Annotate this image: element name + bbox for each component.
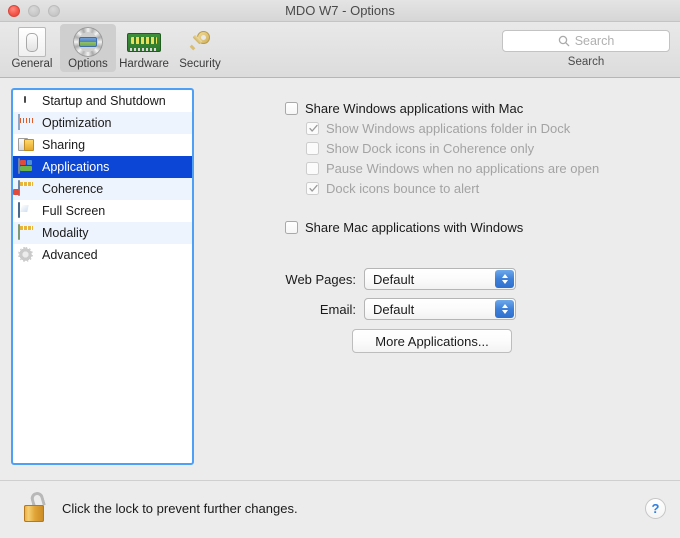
checkbox-box <box>306 142 319 155</box>
checkbox-show-dock-icons-in-coherence-only[interactable]: Show Dock icons in Coherence only <box>306 140 534 157</box>
toolbar-tab-general-label: General <box>5 58 59 70</box>
more-applications-button[interactable]: More Applications... <box>352 329 512 353</box>
sidebar-item-label: Startup and Shutdown <box>42 94 166 108</box>
checkbox-label: Share Windows applications with Mac <box>305 100 523 117</box>
web-pages-label: Web Pages: <box>272 272 356 287</box>
settings-category-list[interactable]: Startup and Shutdown Optimization Sharin… <box>11 88 194 465</box>
sidebar-item-coherence[interactable]: Coherence <box>13 178 192 200</box>
checkbox-box <box>306 122 319 135</box>
toolbar-tab-general[interactable]: General <box>4 24 60 72</box>
checkbox-box <box>306 162 319 175</box>
email-row: Email: Default <box>272 298 516 320</box>
optimization-icon <box>18 115 36 131</box>
toolbar-tab-security[interactable]: Security <box>172 24 228 72</box>
toolbar-tab-security-label: Security <box>173 58 227 70</box>
search-area: Search Search <box>502 30 670 68</box>
general-icon <box>5 27 59 57</box>
power-icon <box>18 93 36 109</box>
title-bar: MDO W7 - Options <box>0 0 680 22</box>
sidebar-item-full-screen[interactable]: Full Screen <box>13 200 192 222</box>
sidebar-item-optimization[interactable]: Optimization <box>13 112 192 134</box>
sidebar-item-advanced[interactable]: Advanced <box>13 244 192 266</box>
web-pages-row: Web Pages: Default <box>272 268 516 290</box>
web-pages-value: Default <box>365 272 414 287</box>
content-area: Startup and Shutdown Optimization Sharin… <box>0 78 680 480</box>
checkbox-label: Show Windows applications folder in Dock <box>326 120 570 137</box>
fullscreen-icon <box>18 203 36 219</box>
sidebar-item-label: Coherence <box>42 182 103 196</box>
lock-caption: Click the lock to prevent further change… <box>62 501 298 516</box>
checkbox-share-windows-applications-with-mac[interactable]: Share Windows applications with Mac <box>285 100 523 117</box>
checkmark-icon <box>309 124 318 133</box>
checkmark-icon <box>309 184 318 193</box>
window-title: MDO W7 - Options <box>0 0 680 22</box>
checkbox-label: Pause Windows when no applications are o… <box>326 160 599 177</box>
modality-icon <box>18 225 36 241</box>
options-icon <box>61 27 115 57</box>
toolbar-tab-hardware-label: Hardware <box>117 58 171 70</box>
folder-icon <box>18 137 36 153</box>
applications-icon <box>18 159 36 175</box>
checkbox-label: Share Mac applications with Windows <box>305 219 523 236</box>
checkbox-label: Show Dock icons in Coherence only <box>326 140 534 157</box>
toolbar-tab-options[interactable]: Options <box>60 24 116 72</box>
chevron-updown-icon <box>495 270 514 288</box>
sidebar-item-label: Sharing <box>42 138 85 152</box>
sidebar-item-label: Applications <box>42 160 109 174</box>
email-label: Email: <box>272 302 356 317</box>
search-placeholder: Search <box>575 34 615 48</box>
email-dropdown[interactable]: Default <box>364 298 516 320</box>
sidebar-item-modality[interactable]: Modality <box>13 222 192 244</box>
sidebar-item-label: Full Screen <box>42 204 105 218</box>
search-input[interactable]: Search <box>502 30 670 52</box>
security-icon <box>173 27 227 57</box>
search-caption: Search <box>502 56 670 68</box>
checkbox-box <box>306 182 319 195</box>
options-window: MDO W7 - Options General Options Har <box>0 0 680 537</box>
hardware-icon <box>117 27 171 57</box>
toolbar-items: General Options Hardware <box>4 24 228 72</box>
sidebar-item-sharing[interactable]: Sharing <box>13 134 192 156</box>
checkbox-box <box>285 102 298 115</box>
sidebar-item-startup-and-shutdown[interactable]: Startup and Shutdown <box>13 90 192 112</box>
checkbox-share-mac-applications-with-windows[interactable]: Share Mac applications with Windows <box>285 219 523 236</box>
sidebar-item-label: Modality <box>42 226 89 240</box>
lock-button[interactable] <box>20 490 54 524</box>
checkbox-pause-windows-when-no-applications-are-open[interactable]: Pause Windows when no applications are o… <box>306 160 599 177</box>
chevron-updown-icon <box>495 300 514 318</box>
checkbox-dock-icons-bounce-to-alert[interactable]: Dock icons bounce to alert <box>306 180 479 197</box>
sidebar-item-label: Advanced <box>42 248 98 262</box>
coherence-icon <box>18 181 36 197</box>
toolbar-tab-options-label: Options <box>61 58 115 70</box>
web-pages-dropdown[interactable]: Default <box>364 268 516 290</box>
toolbar: General Options Hardware <box>0 22 680 78</box>
search-icon <box>558 35 570 47</box>
checkbox-box <box>285 221 298 234</box>
email-value: Default <box>365 302 414 317</box>
checkbox-show-windows-applications-folder-in-dock[interactable]: Show Windows applications folder in Dock <box>306 120 570 137</box>
open-padlock-body-icon <box>24 505 44 522</box>
sidebar-item-label: Optimization <box>42 116 111 130</box>
checkbox-label: Dock icons bounce to alert <box>326 180 479 197</box>
sidebar-item-applications[interactable]: Applications <box>13 156 192 178</box>
options-pane: Share Windows applications with Mac Show… <box>210 78 680 480</box>
toolbar-tab-hardware[interactable]: Hardware <box>116 24 172 72</box>
help-icon[interactable]: ? <box>645 498 666 519</box>
gear-icon <box>18 247 36 263</box>
